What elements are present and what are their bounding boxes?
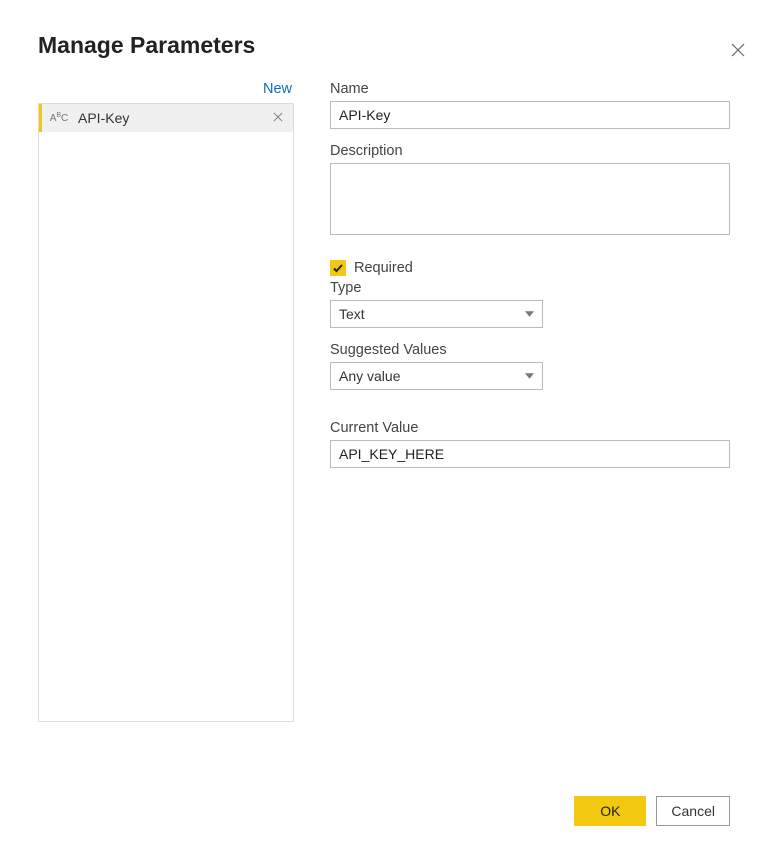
dialog-footer: OK Cancel <box>574 796 730 826</box>
remove-parameter-icon[interactable] <box>269 109 287 127</box>
chevron-down-icon <box>525 309 534 320</box>
current-value-input[interactable] <box>330 440 730 468</box>
description-input[interactable] <box>330 163 730 235</box>
dialog-title: Manage Parameters <box>38 32 768 59</box>
parameter-list: ABC API-Key <box>38 103 294 722</box>
ok-button[interactable]: OK <box>574 796 646 826</box>
current-value-label: Current Value <box>330 420 730 436</box>
cancel-button[interactable]: Cancel <box>656 796 730 826</box>
text-type-icon: ABC <box>48 113 70 124</box>
description-label: Description <box>330 143 730 159</box>
type-selected-value: Text <box>339 306 365 322</box>
parameter-form: Name Description Required Type Text <box>330 77 730 722</box>
parameter-list-item[interactable]: ABC API-Key <box>39 104 293 132</box>
type-dropdown[interactable]: Text <box>330 300 543 328</box>
manage-parameters-dialog: Manage Parameters New ABC API-Key <box>0 32 768 864</box>
parameters-sidebar: New ABC API-Key <box>38 77 294 722</box>
close-icon[interactable] <box>730 42 750 62</box>
parameter-item-name: API-Key <box>78 110 269 126</box>
suggested-values-dropdown[interactable]: Any value <box>330 362 543 390</box>
required-checkbox[interactable] <box>330 260 346 276</box>
current-value-field-group: Current Value <box>330 420 730 468</box>
suggested-values-field-group: Suggested Values Any value <box>330 342 730 390</box>
suggested-values-label: Suggested Values <box>330 342 730 358</box>
type-field-group: Type Text <box>330 280 730 328</box>
type-label: Type <box>330 280 730 296</box>
name-label: Name <box>330 81 730 97</box>
name-input[interactable] <box>330 101 730 129</box>
description-field-group: Description <box>330 143 730 240</box>
dialog-body: New ABC API-Key Nam <box>0 77 768 722</box>
suggested-values-selected: Any value <box>339 368 400 384</box>
new-parameter-link[interactable]: New <box>38 77 294 103</box>
required-checkbox-row: Required <box>330 260 730 276</box>
name-field-group: Name <box>330 81 730 129</box>
required-label: Required <box>354 260 413 276</box>
chevron-down-icon <box>525 371 534 382</box>
